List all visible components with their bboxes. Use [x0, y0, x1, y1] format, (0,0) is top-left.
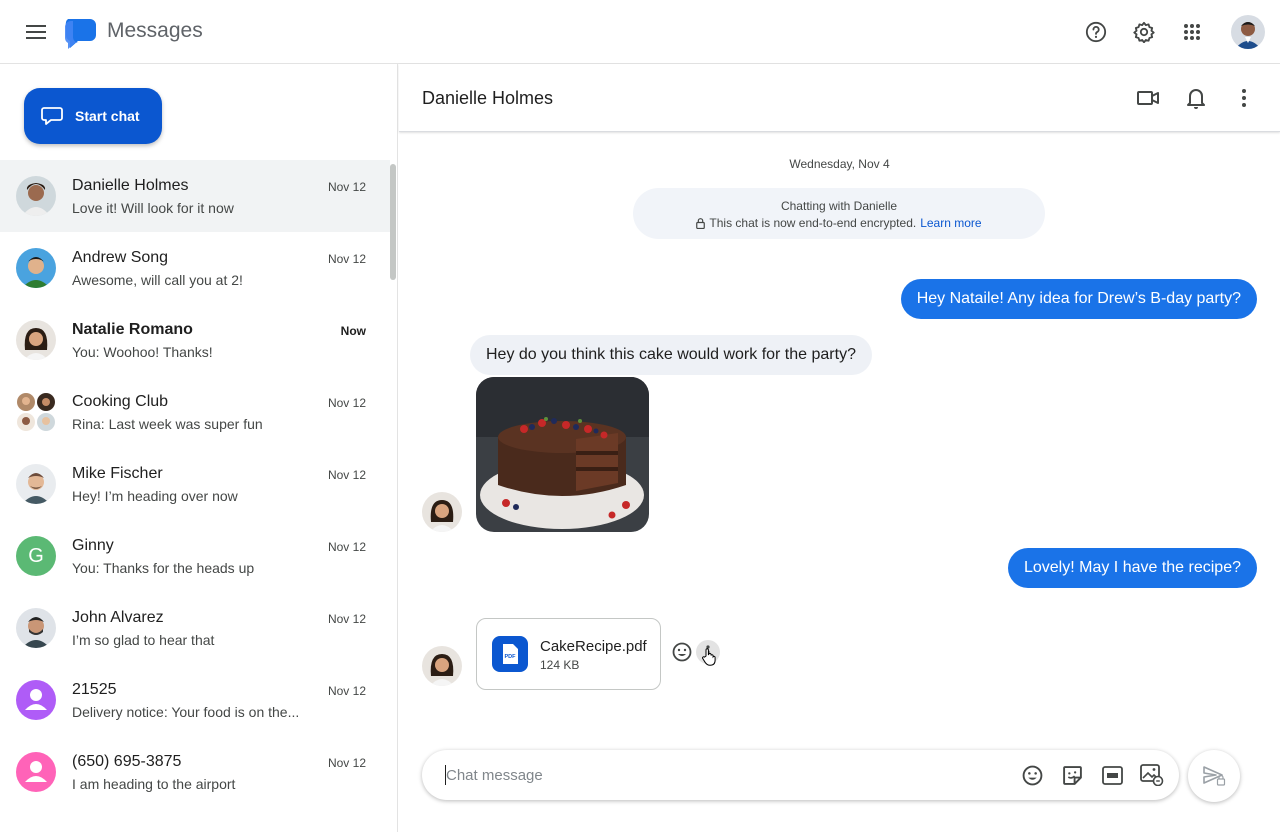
conversation-time: Nov 12: [327, 612, 366, 626]
conversation-name: Danielle Holmes: [72, 177, 189, 194]
top-app-bar: Messages: [0, 0, 1280, 64]
conversation-name: Ginny: [72, 537, 114, 554]
conversation-item-21525[interactable]: 21525 Delivery notice: Your food is on t…: [0, 664, 390, 736]
emoji-icon[interactable]: [1020, 763, 1044, 787]
date-separator: Wednesday, Nov 4: [789, 157, 890, 171]
avatar: [16, 464, 56, 504]
start-chat-button[interactable]: Start chat: [24, 88, 162, 144]
encryption-line2: This chat is now end-to-end encrypted.: [709, 216, 917, 230]
sender-avatar: [422, 646, 462, 686]
conversation-name: (650) 695-3875: [72, 753, 182, 770]
conversation-item-natalie-romano[interactable]: Natalie Romano You: Woohoo! Thanks! Now: [0, 304, 390, 376]
pointer-cursor-icon: [702, 648, 716, 666]
conversation-time: Nov 12: [327, 540, 366, 554]
chat-bubble-icon: [41, 106, 63, 126]
conversation-item-650-695-3875[interactable]: (650) 695-3875 I am heading to the airpo…: [0, 736, 390, 808]
conversation-name: John Alvarez: [72, 609, 164, 626]
start-chat-label: Start chat: [75, 108, 140, 124]
menu-icon[interactable]: [20, 16, 52, 48]
sidebar-scrollbar[interactable]: [390, 164, 396, 280]
emoji-reaction-icon[interactable]: [670, 640, 694, 664]
more-options-icon[interactable]: [1228, 82, 1260, 114]
cake-image[interactable]: [476, 377, 649, 532]
account-avatar[interactable]: [1231, 15, 1265, 49]
video-call-icon[interactable]: [1132, 82, 1164, 114]
conversation-name: 21525: [72, 681, 117, 698]
conversation-snippet: I am heading to the airport: [72, 776, 236, 792]
chat-header: Danielle Holmes: [399, 64, 1280, 132]
svg-text:PDF: PDF: [505, 654, 517, 660]
conversation-sidebar: Start chat Danielle Holmes Love it! Will…: [0, 64, 398, 832]
outgoing-message[interactable]: Hey Nataile! Any idea for Drew’s B-day p…: [900, 279, 1257, 319]
incoming-message[interactable]: Hey do you think this cake would work fo…: [470, 335, 872, 375]
chat-message-input[interactable]: [446, 763, 1006, 787]
sticker-icon[interactable]: [1060, 763, 1084, 787]
conversation-snippet: You: Thanks for the heads up: [72, 560, 255, 576]
conversation-time: Nov 12: [327, 180, 366, 194]
settings-icon[interactable]: [1128, 16, 1160, 48]
file-name: CakeRecipe.pdf: [540, 638, 647, 655]
avatar: [16, 248, 56, 288]
message-composer: [422, 750, 1179, 800]
gif-icon[interactable]: [1100, 763, 1124, 787]
app-title: Messages: [107, 19, 203, 42]
learn-more-link[interactable]: Learn more: [920, 216, 981, 230]
conversation-snippet: I’m so glad to hear that: [72, 632, 215, 648]
conversation-item-ginny[interactable]: G Ginny You: Thanks for the heads up Nov…: [0, 520, 390, 592]
chat-contact-name: Danielle Holmes: [422, 88, 554, 108]
apps-grid-icon[interactable]: [1176, 16, 1208, 48]
conversation-snippet: Awesome, will call you at 2!: [72, 272, 243, 288]
conversation-name: Mike Fischer: [72, 465, 163, 482]
conversation-snippet: Rina: Last week was super fun: [72, 416, 263, 432]
conversation-item-john-alvarez[interactable]: John Alvarez I’m so glad to hear that No…: [0, 592, 390, 664]
group-avatar: [16, 392, 56, 432]
file-attachment[interactable]: PDF CakeRecipe.pdf 124 KB: [476, 618, 661, 690]
lock-icon: [696, 217, 706, 229]
avatar: [16, 176, 56, 216]
gallery-attach-icon[interactable]: [1140, 763, 1164, 787]
conversation-snippet: You: Woohoo! Thanks!: [72, 344, 213, 360]
help-icon[interactable]: [1080, 16, 1112, 48]
conversation-name: Natalie Romano: [72, 321, 193, 338]
conversation-time: Nov 12: [327, 756, 366, 770]
initial-avatar: G: [16, 536, 56, 576]
conversation-time: Nov 12: [327, 252, 366, 266]
conversation-time: Nov 12: [327, 684, 366, 698]
send-icon: [1202, 765, 1226, 787]
notifications-bell-icon[interactable]: [1180, 82, 1212, 114]
conversation-time: Nov 12: [327, 468, 366, 482]
conversation-snippet: Hey! I’m heading over now: [72, 488, 238, 504]
chat-pane: Danielle Holmes Wednesday, Nov 4 Chattin…: [399, 64, 1280, 832]
person-icon: [16, 752, 56, 792]
conversation-list: Danielle Holmes Love it! Will look for i…: [0, 160, 390, 808]
conversation-item-danielle-holmes[interactable]: Danielle Holmes Love it! Will look for i…: [0, 160, 390, 232]
file-size: 124 KB: [540, 658, 580, 672]
pdf-file-icon: PDF: [492, 636, 528, 672]
send-sms-button[interactable]: [1188, 750, 1240, 802]
outgoing-message[interactable]: Lovely! May I have the recipe?: [1007, 548, 1257, 588]
conversation-name: Andrew Song: [72, 249, 169, 266]
conversation-item-andrew-song[interactable]: Andrew Song Awesome, will call you at 2!…: [0, 232, 390, 304]
conversation-item-mike-fischer[interactable]: Mike Fischer Hey! I’m heading over now N…: [0, 448, 390, 520]
conversation-snippet: Delivery notice: Your food is on the...: [72, 704, 300, 720]
person-icon: [16, 680, 56, 720]
avatar: [16, 320, 56, 360]
conversation-snippet: Love it! Will look for it now: [72, 200, 234, 216]
messages-logo-icon: [62, 14, 98, 50]
avatar: [16, 608, 56, 648]
conversation-name: Cooking Club: [72, 393, 169, 410]
sender-avatar: [422, 492, 462, 532]
encryption-notice: Chatting with Danielle This chat is now …: [633, 188, 1045, 239]
encryption-line1: Chatting with Danielle: [780, 199, 898, 213]
conversation-time: Now: [340, 324, 366, 338]
conversation-item-cooking-club[interactable]: Cooking Club Rina: Last week was super f…: [0, 376, 390, 448]
conversation-time: Nov 12: [327, 396, 366, 410]
